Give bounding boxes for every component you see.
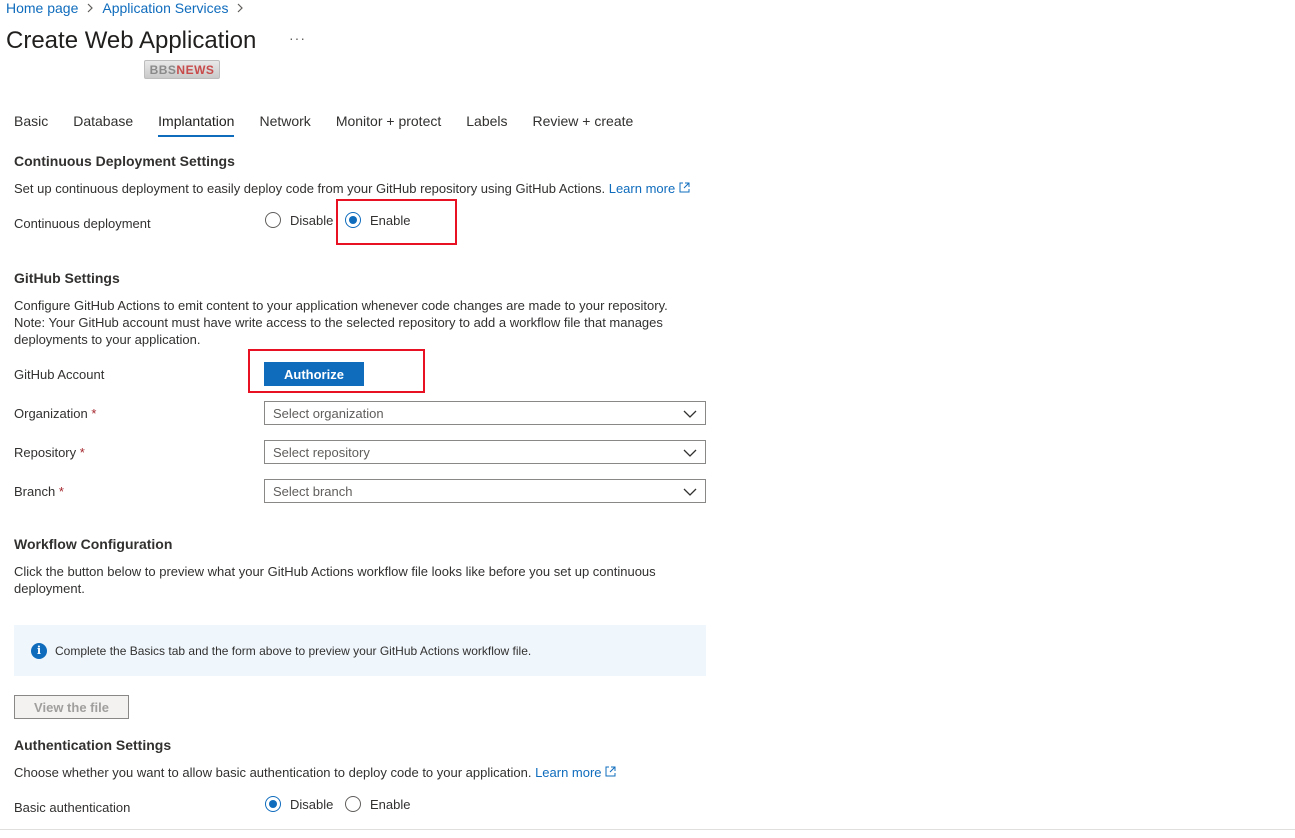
chevron-down-icon [683, 406, 697, 421]
cd-description: Set up continuous deployment to easily d… [14, 180, 690, 197]
tab-network[interactable]: Network [259, 113, 310, 137]
auth-disable-label: Disable [290, 796, 334, 812]
cd-description-text: Set up continuous deployment to easily d… [14, 181, 606, 196]
info-message-bar: i Complete the Basics tab and the form a… [14, 625, 706, 676]
highlight-box-enable [336, 199, 457, 245]
github-account-label: GitHub Account [14, 367, 105, 382]
cd-disable-radio[interactable]: Disable [265, 212, 333, 228]
repository-label-text: Repository [14, 445, 77, 460]
info-message-text: Complete the Basics tab and the form abo… [55, 643, 532, 658]
cd-section-title: Continuous Deployment Settings [14, 153, 235, 169]
workflow-desc-line2: deployment. [14, 581, 85, 596]
tab-monitor-protect[interactable]: Monitor + protect [336, 113, 441, 137]
radio-circle-checked [265, 796, 281, 812]
repository-label: Repository * [14, 445, 85, 460]
tab-basic[interactable]: Basic [14, 113, 48, 137]
radio-circle [345, 796, 361, 812]
repository-dropdown[interactable]: Select repository [264, 440, 706, 464]
github-section-title: GitHub Settings [14, 270, 120, 286]
organization-placeholder: Select organization [273, 405, 384, 421]
chevron-right-icon [236, 1, 244, 16]
chevron-down-icon [683, 484, 697, 499]
cd-field-label: Continuous deployment [14, 216, 151, 231]
workflow-desc-line1: Click the button below to preview what y… [14, 564, 656, 579]
auth-learn-more-link[interactable]: Learn more [535, 765, 616, 780]
page-title: Create Web Application [6, 27, 257, 54]
watermark-logo: BBS NEWS [144, 60, 220, 79]
external-link-icon [605, 765, 616, 780]
auth-description-text: Choose whether you want to allow basic a… [14, 765, 532, 780]
more-options-icon[interactable]: ··· [289, 30, 306, 46]
tab-implantation[interactable]: Implantation [158, 113, 235, 137]
required-mark: * [91, 406, 97, 421]
tab-database[interactable]: Database [73, 113, 133, 137]
cd-learn-more-label: Learn more [608, 181, 676, 196]
bottom-divider [0, 829, 1295, 830]
auth-learn-more-label: Learn more [535, 765, 602, 780]
auth-description: Choose whether you want to allow basic a… [14, 764, 616, 781]
branch-label-text: Branch [14, 484, 56, 499]
branch-label: Branch * [14, 484, 64, 499]
github-desc-line3: deployments to your application. [14, 332, 201, 347]
tab-list: Basic Database Implantation Network Moni… [14, 113, 658, 137]
cd-learn-more-link[interactable]: Learn more [609, 181, 690, 196]
external-link-icon [679, 181, 690, 196]
breadcrumb-home-link[interactable]: Home page [6, 0, 78, 16]
required-mark: * [79, 445, 85, 460]
auth-enable-label: Enable [370, 796, 411, 812]
repository-placeholder: Select repository [273, 444, 370, 460]
organization-label: Organization * [14, 406, 96, 421]
radio-circle [265, 212, 281, 228]
branch-placeholder: Select branch [273, 483, 353, 499]
info-icon: i [31, 642, 47, 659]
organization-dropdown[interactable]: Select organization [264, 401, 706, 425]
auth-field-label: Basic authentication [14, 800, 131, 815]
breadcrumb-app-services-link[interactable]: Application Services [102, 0, 228, 16]
view-file-button[interactable]: View the file [14, 695, 129, 719]
chevron-down-icon [683, 445, 697, 460]
workflow-section-title: Workflow Configuration [14, 536, 173, 552]
github-desc-line2: Note: Your GitHub account must have writ… [14, 315, 663, 330]
breadcrumb: Home page Application Services [6, 0, 244, 16]
branch-dropdown[interactable]: Select branch [264, 479, 706, 503]
github-desc-line1: Configure GitHub Actions to emit content… [14, 298, 668, 313]
tab-review-create[interactable]: Review + create [533, 113, 634, 137]
required-mark: * [58, 484, 64, 499]
highlight-box-authorize [248, 349, 425, 393]
cd-disable-label: Disable [290, 212, 334, 228]
organization-label-text: Organization [14, 406, 88, 421]
auth-disable-radio[interactable]: Disable [265, 796, 333, 812]
chevron-right-icon [86, 1, 94, 16]
tab-labels[interactable]: Labels [466, 113, 507, 137]
auth-enable-radio[interactable]: Enable [345, 796, 410, 812]
auth-section-title: Authentication Settings [14, 737, 172, 753]
